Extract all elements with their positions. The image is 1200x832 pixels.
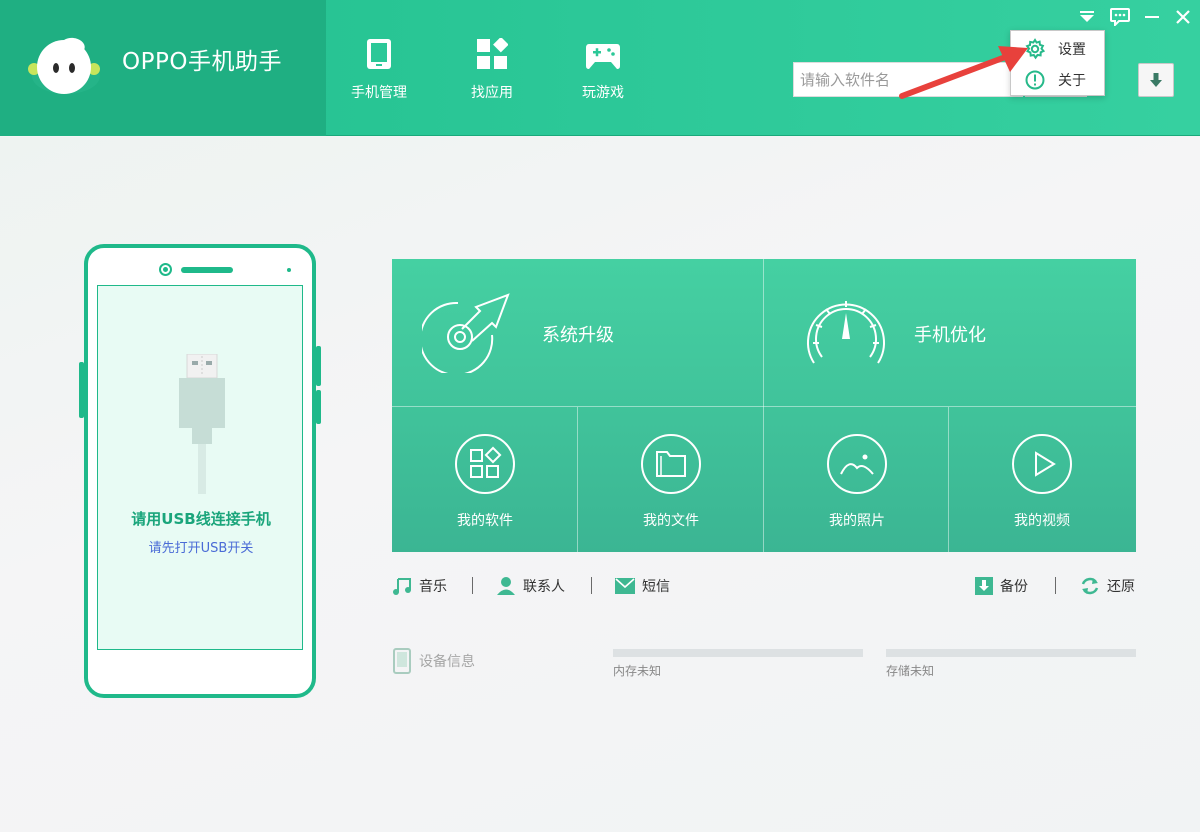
system-upgrade-icon (422, 293, 510, 373)
close-button[interactable] (1172, 6, 1194, 28)
phone-manage-icon (367, 39, 391, 69)
app-title: OPPO手机助手 (122, 49, 282, 75)
tile-label: 我的照片 (829, 513, 885, 529)
nav-phone-manage[interactable]: 手机管理 (339, 38, 419, 108)
gear-icon (1025, 38, 1046, 60)
tile-system-upgrade[interactable]: 系统升级 (392, 259, 764, 406)
tile-my-apps[interactable]: 我的软件 (392, 407, 578, 552)
shortcut-label: 短信 (642, 579, 670, 595)
storage-bar (886, 649, 1136, 657)
tile-my-photos[interactable]: 我的照片 (764, 407, 950, 552)
nav-label: 找应用 (471, 85, 513, 101)
photo-icon (827, 434, 887, 494)
restore-icon (1081, 577, 1099, 595)
separator (591, 577, 592, 594)
tile-my-videos[interactable]: 我的视频 (949, 407, 1135, 552)
settings-menu: 设置 关于 (1010, 30, 1105, 96)
phone-side-button (316, 346, 321, 386)
phone-camera (159, 263, 172, 276)
separator (1055, 577, 1056, 594)
memory-label: 内存未知 (613, 664, 662, 678)
folder-icon (641, 434, 701, 494)
nav-find-apps[interactable]: 找应用 (452, 38, 532, 108)
menu-item-label: 设置 (1058, 42, 1086, 58)
tile-my-files[interactable]: 我的文件 (578, 407, 764, 552)
phone-sensor (287, 268, 291, 272)
shortcut-contacts[interactable]: 联系人 (496, 574, 565, 598)
phone-illustration: 请用USB线连接手机 请先打开USB开关 (79, 244, 321, 698)
gamepad-icon (586, 44, 620, 69)
backup-icon (975, 577, 993, 595)
feedback-button[interactable] (1109, 6, 1131, 28)
nav-play-games[interactable]: 玩游戏 (563, 38, 643, 108)
feature-tiles: 系统升级 手机优化 我的软件 我的文件 我的照片 我的视频 (392, 259, 1136, 552)
menu-dropdown-button[interactable] (1076, 6, 1098, 28)
device-info-label: 设备信息 (419, 654, 475, 670)
shortcut-sms[interactable]: 短信 (615, 574, 670, 598)
play-icon (1012, 434, 1072, 494)
shortcut-label: 备份 (1000, 579, 1028, 595)
tile-label: 我的软件 (457, 513, 513, 529)
search-field[interactable] (793, 62, 1023, 97)
tile-label: 系统升级 (542, 325, 614, 346)
app-logo-icon (28, 37, 100, 94)
menu-item-label: 关于 (1058, 73, 1086, 89)
menu-down-icon (1080, 11, 1094, 22)
nav-label: 玩游戏 (582, 85, 624, 101)
brand-panel: OPPO手机助手 (0, 0, 326, 136)
minimize-button[interactable] (1141, 6, 1163, 28)
minimize-icon (1145, 16, 1159, 18)
speedometer-icon (807, 301, 885, 364)
apps-grid-icon (477, 38, 508, 69)
tile-label: 手机优化 (914, 325, 986, 346)
search-input[interactable] (794, 63, 1022, 96)
shortcut-backup[interactable]: 备份 (975, 574, 1028, 598)
enable-usb-link[interactable]: 请先打开USB开关 (98, 537, 304, 556)
close-icon (1176, 10, 1190, 24)
phone-side-button (79, 362, 84, 418)
phone-screen: 请用USB线连接手机 请先打开USB开关 (97, 285, 303, 650)
contact-icon (497, 577, 515, 595)
music-icon (393, 578, 411, 595)
menu-item-about[interactable]: 关于 (1011, 64, 1104, 96)
shortcut-label: 联系人 (523, 579, 565, 595)
tile-label: 我的视频 (1014, 513, 1070, 529)
separator (472, 577, 473, 594)
mail-icon (615, 578, 635, 594)
shortcut-restore[interactable]: 还原 (1080, 574, 1135, 598)
nav-label: 手机管理 (351, 85, 407, 101)
download-icon (1150, 73, 1162, 87)
usb-cable-icon (179, 354, 225, 494)
phone-side-button (316, 390, 321, 424)
storage-label: 存储未知 (886, 664, 935, 678)
menu-item-settings[interactable]: 设置 (1011, 33, 1104, 65)
info-icon (1025, 70, 1045, 90)
tile-phone-optimize[interactable]: 手机优化 (764, 259, 1136, 406)
tile-label: 我的文件 (643, 513, 699, 529)
my-apps-icon (455, 434, 515, 494)
shortcut-music[interactable]: 音乐 (392, 574, 447, 598)
shortcut-label: 音乐 (419, 579, 447, 595)
chat-icon (1110, 8, 1130, 26)
memory-bar (613, 649, 863, 657)
device-phone-icon (393, 648, 411, 674)
download-button[interactable] (1138, 63, 1174, 97)
shortcut-label: 还原 (1107, 579, 1135, 595)
connect-usb-title: 请用USB线连接手机 (131, 510, 271, 528)
device-info: 设备信息 (393, 648, 475, 674)
phone-speaker (181, 267, 233, 273)
